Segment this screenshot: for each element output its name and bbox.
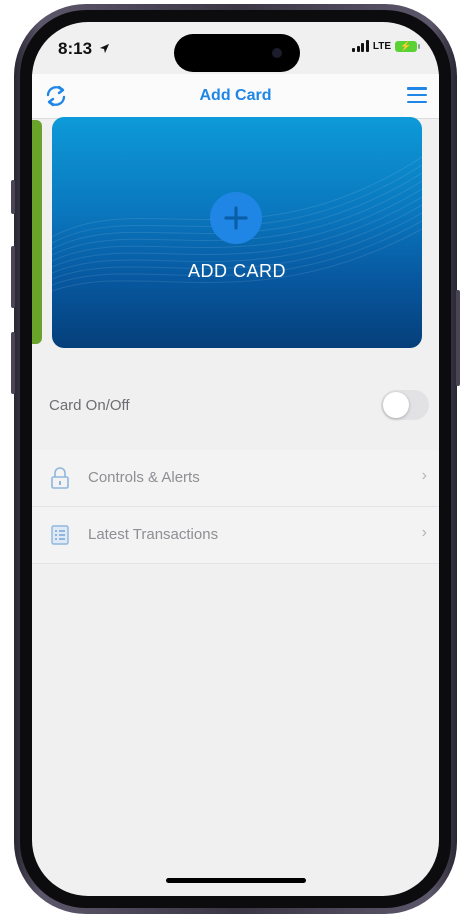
adjacent-card[interactable] (32, 120, 42, 344)
chevron-right-icon: › (421, 467, 427, 484)
dynamic-island (174, 34, 300, 72)
status-indicators: LTE ⚡ (352, 40, 420, 52)
network-label: LTE (372, 40, 391, 52)
location-arrow-icon (99, 43, 109, 54)
signal-icon (352, 40, 369, 52)
lock-icon (51, 467, 69, 489)
page-title: Add Card (199, 87, 272, 104)
hamburger-menu-icon[interactable] (407, 87, 427, 103)
add-card-label: ADD CARD (187, 261, 286, 281)
volume-up-button (11, 246, 15, 308)
card-on-off-toggle[interactable] (381, 390, 429, 420)
volume-down-button (11, 332, 15, 394)
battery-icon: ⚡ (395, 40, 420, 52)
power-button (456, 290, 460, 386)
screen: 8:13 LTE ⚡ Add Card ADD CARD Card On/Off… (32, 22, 439, 896)
action-button (11, 180, 15, 214)
list-item-controls-alerts[interactable]: Controls & Alerts › (32, 450, 439, 507)
add-card-button[interactable] (210, 192, 262, 244)
nav-bar: Add Card (32, 74, 439, 119)
camera-icon (272, 48, 282, 58)
receipt-icon (51, 525, 69, 545)
card-toggle-label: Card On/Off (49, 397, 130, 414)
status-time-text: 8:13 (58, 39, 93, 58)
card-toggle-row: Card On/Off (32, 378, 439, 432)
list-item-latest-transactions[interactable]: Latest Transactions › (32, 507, 439, 564)
add-card-tile[interactable]: ADD CARD (52, 117, 422, 348)
list-item-label: Controls & Alerts (88, 469, 200, 486)
plus-icon (224, 206, 248, 230)
chevron-right-icon: › (421, 524, 427, 541)
card-options-list: Controls & Alerts › Latest Transactions … (32, 450, 439, 564)
list-item-label: Latest Transactions (88, 526, 219, 543)
status-time: 8:13 (58, 39, 110, 59)
home-indicator[interactable] (166, 878, 306, 883)
toggle-knob (383, 392, 409, 418)
